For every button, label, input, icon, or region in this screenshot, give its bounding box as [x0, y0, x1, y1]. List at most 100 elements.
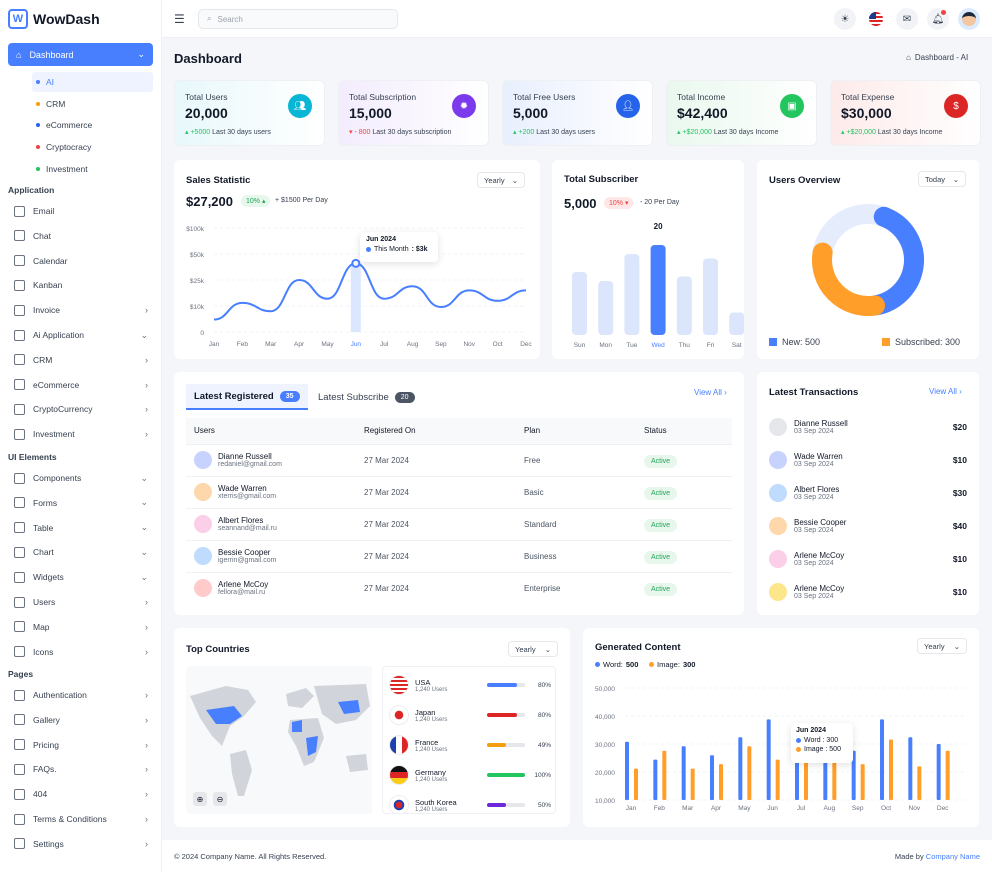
mail-icon[interactable]: ✉ [896, 8, 918, 30]
zoom-out-button[interactable]: ⊖ [213, 792, 227, 806]
user-text: Wade Warren xterris@gmail.com [218, 484, 276, 500]
country-row[interactable]: France 1,240 Users 49% [389, 733, 551, 757]
sales-line-chart: $100k $50k $25k $10k 0 Jan Feb Mar Apr May Jun Jul A… [186, 226, 532, 348]
tooltip-value: : $3k [411, 246, 428, 253]
period-select[interactable]: Today ⌄ [918, 171, 966, 187]
table-row[interactable]: Dianne Russell redaniel@gmail.com 27 Mar 2… [186, 443, 732, 476]
transaction-item[interactable]: Arlene McCoy 03 Sep 2024 $10 [769, 547, 967, 571]
breadcrumb[interactable]: ⌂ Dashboard - AI [906, 53, 968, 62]
sidebar-item-map[interactable]: Map › [14, 618, 148, 636]
sidebar-item-faqs-[interactable]: FAQs. › [14, 760, 148, 778]
sidebar-item-crm[interactable]: CRM › [14, 351, 148, 369]
x-tick-label: Sun [574, 342, 586, 349]
table-row[interactable]: Albert Flores seannand@mail.ru 27 Mar 2024… [186, 507, 732, 540]
sidebar-item-icons[interactable]: Icons › [14, 643, 148, 661]
table-row[interactable]: Arlene McCoy fellora@mail.ru 27 Mar 2024 En… [186, 571, 732, 604]
sidebar-item-ai-application[interactable]: Ai Application ⌄ [14, 326, 148, 344]
company-link[interactable]: Company Name [926, 852, 980, 861]
bar-word [681, 746, 686, 800]
sidebar-item-terms-conditions[interactable]: Terms & Conditions › [14, 810, 148, 828]
sidebar-item-chart[interactable]: Chart ⌄ [14, 543, 148, 561]
search-input[interactable]: ⌕ Search [198, 9, 398, 29]
tab-latest-registered[interactable]: Latest Registered 35 [186, 384, 308, 410]
transaction-item[interactable]: Dianne Russell 03 Sep 2024 $20 [769, 415, 967, 439]
language-flag-icon[interactable] [865, 8, 887, 30]
progress-bar [487, 683, 525, 687]
sidebar-item-calendar[interactable]: Calendar [14, 252, 148, 270]
country-users: 1,240 Users [415, 746, 448, 753]
transaction-date: 03 Sep 2024 [794, 428, 834, 435]
table-row[interactable]: Bessie Cooper igerrin@gmail.com 27 Mar 202… [186, 539, 732, 572]
country-row[interactable]: Japan 1,240 Users 80% [389, 703, 551, 727]
sidebar-subitem-label: CRM [46, 98, 66, 109]
bar-image [747, 746, 752, 800]
period-select[interactable]: Yearly ⌄ [917, 638, 967, 654]
world-map[interactable]: ⊕ ⊖ [186, 666, 372, 814]
country-row[interactable]: South Korea 1,240 Users 50% [389, 793, 551, 813]
home-icon: ⌂ [16, 49, 22, 60]
zoom-in-button[interactable]: ⊕ [193, 792, 207, 806]
generated-content-card: Generated Content Yearly ⌄ Word: 500 Imag… [583, 628, 979, 827]
transaction-name: Arlene McCoy [794, 551, 845, 560]
sidebar-item-gallery[interactable]: Gallery › [14, 711, 148, 729]
bar-word [936, 744, 941, 800]
x-tick-label: Aug [824, 805, 836, 812]
sidebar-subitem-crm[interactable]: CRM [32, 94, 153, 114]
period-select[interactable]: Yearly ⌄ [508, 641, 558, 657]
sidebar-subitem-cryptocracy[interactable]: Cryptocracy [32, 137, 153, 157]
sidebar-item-cryptocurrency[interactable]: CryptoCurrency › [14, 400, 148, 418]
sidebar-item-authentication[interactable]: Authentication › [14, 686, 148, 704]
south-korea-flag-icon [389, 795, 409, 813]
transaction-item[interactable]: Arlene McCoy 03 Sep 2024 $10 [769, 580, 967, 604]
menu-icon[interactable]: ☰ [174, 12, 185, 26]
sidebar-item-invoice[interactable]: Invoice › [14, 301, 148, 319]
transaction-item[interactable]: Wade Warren 03 Sep 2024 $10 [769, 448, 967, 472]
sidebar-item-forms[interactable]: Forms ⌄ [14, 494, 148, 512]
stat-title: Total Subscription [349, 92, 417, 102]
sidebar-item-email[interactable]: Email [14, 202, 148, 220]
sidebar-item-dashboard[interactable]: ⌂ Dashboard ⌄ [8, 43, 153, 66]
view-all-link[interactable]: View All › [694, 388, 727, 397]
sidebar-item-chat[interactable]: Chat [14, 227, 148, 245]
theme-toggle-icon[interactable]: ☀ [834, 8, 856, 30]
crm-icon [14, 354, 25, 366]
sidebar-item-ecommerce[interactable]: eCommerce › [14, 376, 148, 394]
subscriber-value: 5,000 [564, 196, 597, 211]
sidebar-item-kanban[interactable]: Kanban [14, 276, 148, 294]
sidebar-item-table[interactable]: Table ⌄ [14, 519, 148, 537]
stat-footer: ▾ - 800 Last 30 days subscription [349, 128, 451, 136]
forms-icon [14, 497, 25, 509]
tab-latest-subscribe[interactable]: Latest Subscribe 20 [310, 384, 432, 410]
brand[interactable]: W WowDash [8, 8, 100, 30]
transaction-item[interactable]: Bessie Cooper 03 Sep 2024 $40 [769, 514, 967, 538]
avatar[interactable] [958, 8, 980, 30]
subscriber-bar-chart: 20 Sun Mon Tue Wed Thu Fri Sat [572, 222, 744, 349]
badge-text: 10% [246, 198, 261, 205]
sidebar-item-404[interactable]: 404 › [14, 785, 148, 803]
progress-bar [487, 773, 525, 777]
sidebar-subitem-ecommerce[interactable]: eCommerce [32, 115, 153, 135]
sidebar-item-pricing[interactable]: Pricing › [14, 736, 148, 754]
sidebar-item-users[interactable]: Users › [14, 593, 148, 611]
topbar: ☰ ⌕ Search ☀ ✉ 🔔︎ [162, 0, 992, 38]
sidebar-item-settings[interactable]: Settings › [14, 835, 148, 853]
legend-new: New: 500 [769, 337, 820, 347]
sidebar-subitem-investment[interactable]: Investment [32, 159, 153, 179]
view-all-link[interactable]: View All › [929, 387, 962, 396]
transaction-item[interactable]: Albert Flores 03 Sep 2024 $30 [769, 481, 967, 505]
investment-icon [14, 428, 25, 440]
bell-icon[interactable]: 🔔︎ [927, 8, 949, 30]
sidebar-item-investment[interactable]: Investment › [14, 425, 148, 443]
period-select[interactable]: Yearly ⌄ [477, 172, 525, 188]
sidebar-subitem-ai[interactable]: AI [32, 72, 153, 92]
table-row[interactable]: Wade Warren xterris@gmail.com 27 Mar 2024 B… [186, 475, 732, 508]
sidebar-item-widgets[interactable]: Widgets ⌄ [14, 568, 148, 586]
country-percent: 100% [534, 771, 551, 779]
sidebar-item-components[interactable]: Components ⌄ [14, 469, 148, 487]
country-text: South Korea 1,240 Users [415, 798, 481, 813]
x-tick-label: Dec [937, 805, 949, 812]
x-tick-label: Jun [351, 341, 362, 348]
country-row[interactable]: USA 1,240 Users 80% [389, 673, 551, 697]
country-row[interactable]: Germany 1,240 Users 100% [389, 763, 551, 787]
legend-label: Image: [657, 660, 680, 669]
